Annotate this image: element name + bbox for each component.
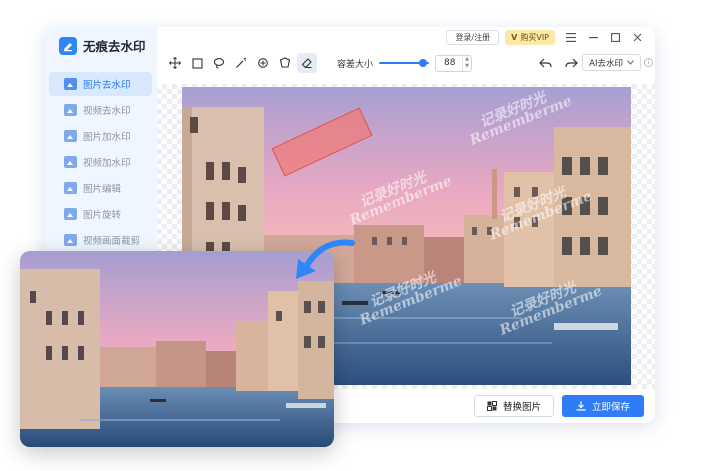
replace-icon (486, 401, 497, 411)
tolerance-slider[interactable] (379, 56, 430, 70)
sidebar-item-label: 视频画面裁剪 (83, 236, 141, 247)
sidebar-nav: 图片去水印 视频去水印 图片加水印 视频加水印 图片编辑 图片旋转 视频画面裁剪 (49, 72, 152, 254)
tolerance-stepper[interactable]: 88 ▲ ▼ (435, 54, 473, 72)
redo-icon[interactable] (561, 53, 581, 73)
sidebar-item-label: 图片加水印 (83, 132, 131, 143)
ai-mode-select[interactable]: AI去水印 (582, 54, 641, 71)
smart-select-icon[interactable] (253, 53, 273, 73)
sidebar-item-image-rotate[interactable]: 图片旋转 (49, 202, 152, 226)
info-icon[interactable]: i (644, 58, 653, 67)
sidebar-item-video-crop[interactable]: 视频画面裁剪 (49, 228, 152, 252)
buy-vip-button[interactable]: V 购买VIP (505, 29, 555, 45)
curved-arrow-icon (296, 239, 355, 279)
chevron-down-icon (627, 60, 634, 65)
brand: 无痕去水印 (59, 36, 146, 55)
tolerance-value[interactable]: 88 (444, 58, 455, 68)
replace-image-label: 替换图片 (502, 402, 541, 413)
eraser-icon[interactable] (297, 53, 317, 73)
tool-toolbar: 容差大小 88 ▲ ▼ AI去水印 i (157, 50, 655, 76)
sidebar-item-image-edit[interactable]: 图片编辑 (49, 176, 152, 200)
polygon-select-icon[interactable] (275, 53, 295, 73)
rotate-icon (64, 208, 77, 220)
app-logo-icon (59, 36, 77, 55)
undo-icon[interactable] (535, 53, 555, 73)
sidebar-item-video-watermark-removal[interactable]: 视频去水印 (49, 98, 152, 122)
tolerance-control: 容差大小 88 ▲ ▼ (337, 54, 473, 72)
close-icon[interactable] (631, 31, 643, 43)
save-label: 立即保存 (591, 402, 630, 413)
image-add-icon (64, 130, 77, 142)
title-bar: 登录/注册 V 购买VIP (157, 27, 655, 47)
chevron-up-icon[interactable]: ▲ (465, 56, 469, 63)
move-tool-icon[interactable] (165, 53, 185, 73)
save-button[interactable]: 立即保存 (562, 395, 644, 417)
rectangle-select-icon[interactable] (187, 53, 207, 73)
sidebar-item-label: 图片编辑 (83, 184, 122, 195)
crop-icon (64, 234, 77, 246)
slider-thumb[interactable] (419, 59, 428, 67)
maximize-icon[interactable] (609, 31, 621, 43)
buy-vip-label: 购买VIP (520, 32, 549, 42)
lasso-icon[interactable] (209, 53, 229, 73)
clean-venice-image (20, 251, 334, 447)
ai-mode-label: AI去水印 (589, 58, 623, 69)
download-icon (576, 401, 586, 411)
video-add-icon (64, 156, 77, 168)
stepper-arrows[interactable]: ▲ ▼ (462, 55, 471, 71)
magic-wand-icon[interactable] (231, 53, 251, 73)
menu-icon[interactable] (565, 31, 577, 43)
chevron-down-icon[interactable]: ▼ (465, 63, 469, 70)
vip-icon: V (511, 32, 518, 42)
result-preview-card (20, 251, 334, 447)
sidebar-item-label: 图片去水印 (83, 80, 131, 91)
sidebar-item-label: 图片旋转 (83, 210, 122, 221)
sidebar-item-label: 视频去水印 (83, 106, 131, 117)
sidebar-item-image-add-watermark[interactable]: 图片加水印 (49, 124, 152, 148)
sidebar-item-image-watermark-removal[interactable]: 图片去水印 (49, 72, 152, 96)
sidebar-item-video-add-watermark[interactable]: 视频加水印 (49, 150, 152, 174)
login-button[interactable]: 登录/注册 (446, 29, 500, 45)
image-icon (64, 78, 77, 90)
image-edit-icon (64, 182, 77, 194)
sidebar-item-label: 视频加水印 (83, 158, 131, 169)
replace-image-button[interactable]: 替换图片 (474, 395, 554, 417)
app-name: 无痕去水印 (83, 39, 146, 54)
video-icon (64, 104, 77, 116)
tolerance-label: 容差大小 (337, 59, 374, 70)
minimize-icon[interactable] (587, 31, 599, 43)
